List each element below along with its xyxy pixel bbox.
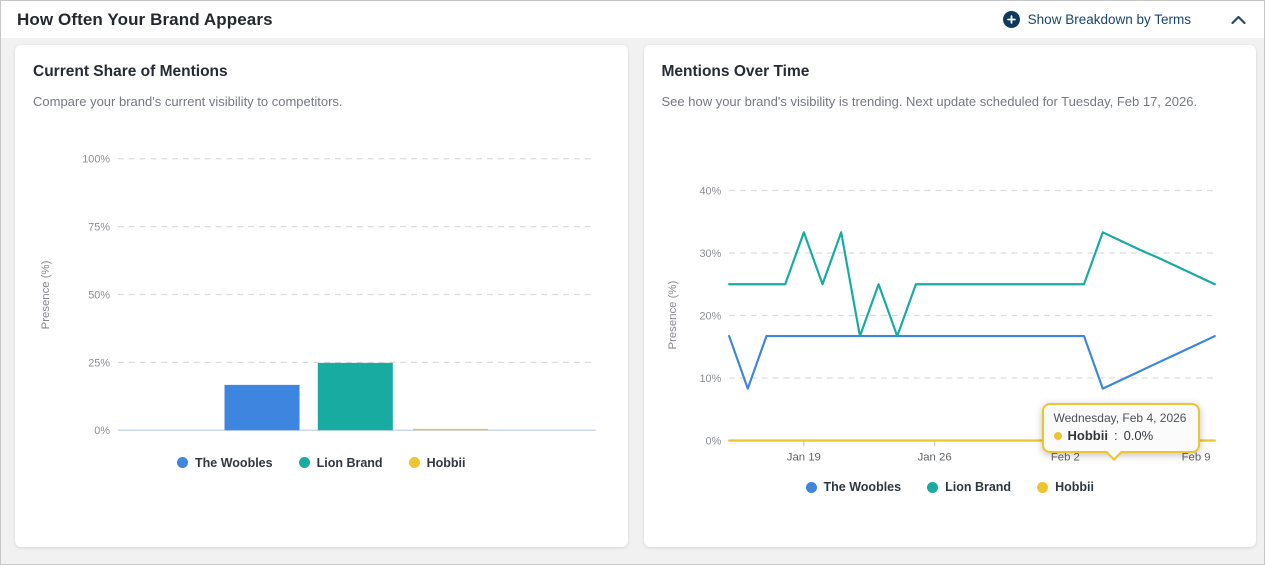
legend-label: The Woobles <box>195 456 273 470</box>
svg-text:Feb 9: Feb 9 <box>1181 451 1210 463</box>
legend-item-hobbii[interactable]: Hobbii <box>409 456 466 470</box>
svg-text:40%: 40% <box>699 185 721 197</box>
time-card-title: Mentions Over Time <box>662 63 1239 81</box>
tooltip-brand: Hobbii <box>1068 428 1108 443</box>
legend-item-the-woobles[interactable]: The Woobles <box>177 456 273 470</box>
time-card-subtitle: See how your brand's visibility is trend… <box>662 94 1239 109</box>
svg-text:Feb 2: Feb 2 <box>1050 451 1079 463</box>
svg-text:10%: 10% <box>699 373 721 385</box>
plus-circle-icon <box>1003 11 1020 28</box>
lion-brand-dot-icon <box>927 482 938 493</box>
tooltip-value: 0.0% <box>1124 428 1154 443</box>
bar-chart-legend: The Woobles Lion Brand Hobbii <box>33 456 610 470</box>
svg-text:Jan 26: Jan 26 <box>917 451 951 463</box>
legend-label: The Woobles <box>824 480 902 494</box>
share-of-mentions-bar-chart[interactable]: 0% 25% 50% 75% 100% Presence (%) <box>33 139 610 447</box>
hobbii-dot-icon <box>1037 482 1048 493</box>
tooltip-separator: : <box>1114 428 1118 443</box>
legend-item-the-woobles[interactable]: The Woobles <box>806 480 902 494</box>
svg-text:100%: 100% <box>82 154 110 166</box>
svg-text:0%: 0% <box>705 435 721 447</box>
svg-text:Jan 19: Jan 19 <box>786 451 820 463</box>
legend-item-lion-brand[interactable]: Lion Brand <box>927 480 1011 494</box>
svg-text:Presence (%): Presence (%) <box>666 281 678 350</box>
the-woobles-dot-icon <box>177 457 188 468</box>
svg-text:75%: 75% <box>88 222 110 234</box>
svg-text:0%: 0% <box>94 425 110 437</box>
dashboard-content: Current Share of Mentions Compare your b… <box>1 38 1264 547</box>
header-actions: Show Breakdown by Terms <box>1003 11 1246 28</box>
mentions-over-time-card: Mentions Over Time See how your brand's … <box>644 45 1257 547</box>
section-header: How Often Your Brand Appears Show Breakd… <box>1 1 1264 38</box>
svg-text:20%: 20% <box>699 310 721 322</box>
legend-label: Hobbii <box>1055 480 1094 494</box>
legend-item-lion-brand[interactable]: Lion Brand <box>299 456 383 470</box>
page-title: How Often Your Brand Appears <box>17 10 273 30</box>
hobbii-dot-icon <box>1054 432 1062 440</box>
tooltip-value-row: Hobbii: 0.0% <box>1054 428 1187 443</box>
chart-tooltip: Wednesday, Feb 4, 2026 Hobbii: 0.0% <box>1042 403 1201 453</box>
current-share-card: Current Share of Mentions Compare your b… <box>15 45 628 547</box>
share-card-subtitle: Compare your brand's current visibility … <box>33 94 610 109</box>
show-breakdown-label: Show Breakdown by Terms <box>1028 12 1191 27</box>
svg-text:Presence (%): Presence (%) <box>40 260 52 329</box>
line-chart-legend: The Woobles Lion Brand Hobbii <box>662 480 1239 494</box>
collapse-section-button[interactable] <box>1231 15 1246 25</box>
show-breakdown-button[interactable]: Show Breakdown by Terms <box>1003 11 1191 28</box>
legend-label: Lion Brand <box>945 480 1011 494</box>
hobbii-dot-icon <box>409 457 420 468</box>
legend-label: Hobbii <box>427 456 466 470</box>
svg-text:50%: 50% <box>88 289 110 301</box>
legend-label: Lion Brand <box>317 456 383 470</box>
chevron-up-icon <box>1231 15 1246 25</box>
the-woobles-dot-icon <box>806 482 817 493</box>
legend-item-hobbii[interactable]: Hobbii <box>1037 480 1094 494</box>
svg-text:25%: 25% <box>88 357 110 369</box>
lion-brand-dot-icon <box>299 457 310 468</box>
share-card-title: Current Share of Mentions <box>33 63 610 81</box>
tooltip-date: Wednesday, Feb 4, 2026 <box>1054 411 1187 425</box>
svg-text:30%: 30% <box>699 248 721 260</box>
